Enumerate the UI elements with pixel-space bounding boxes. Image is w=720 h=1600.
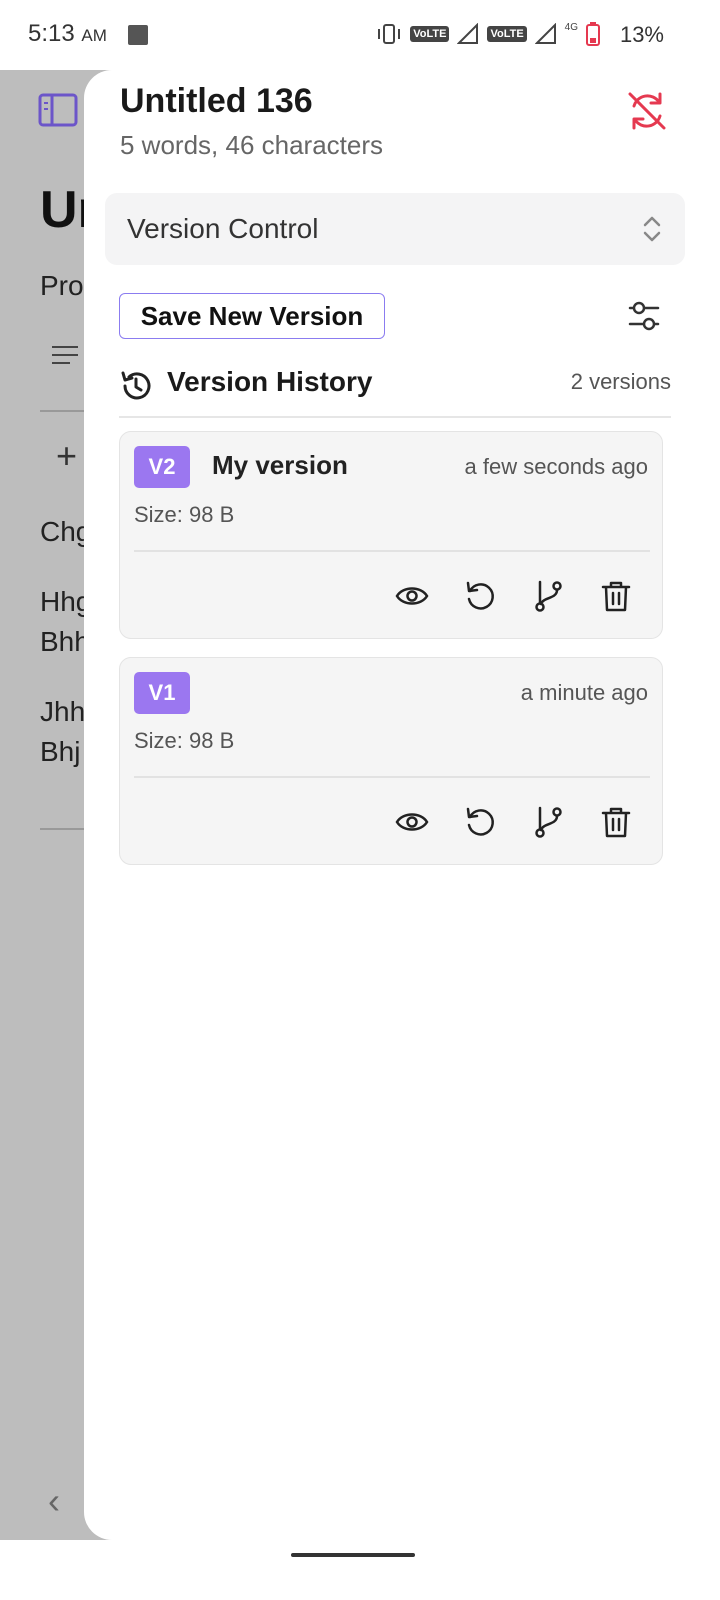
- back-chevron-icon[interactable]: ‹: [48, 1480, 60, 1522]
- branch-button[interactable]: [530, 578, 566, 614]
- battery-percent: 13%: [619, 22, 664, 47]
- eye-icon: [395, 813, 429, 831]
- version-actions: [394, 578, 634, 614]
- volte-badge: VoLTE: [410, 26, 450, 42]
- chevron-up-down-icon: [643, 216, 661, 242]
- home-indicator[interactable]: [291, 1553, 415, 1557]
- add-block-icon[interactable]: +: [56, 435, 77, 477]
- restore-button[interactable]: [462, 578, 498, 614]
- battery-icon: [586, 22, 600, 46]
- document-stats: 5 words, 46 characters: [120, 130, 384, 160]
- editor-text-line: Jhh: [40, 696, 86, 727]
- version-badge: V2: [134, 446, 190, 488]
- editor-text-line: Bhj: [40, 736, 81, 767]
- status-icons: VoLTE VoLTE 4G: [376, 22, 600, 46]
- editor-text-line: Pro: [40, 270, 84, 301]
- branch-button[interactable]: [530, 804, 566, 840]
- version-time: a few seconds ago: [464, 454, 648, 479]
- volte-badge: VoLTE: [487, 26, 527, 42]
- restore-button[interactable]: [462, 804, 498, 840]
- version-time: a minute ago: [520, 680, 648, 705]
- version-card[interactable]: V1 a minute ago Size: 98 B: [119, 657, 663, 865]
- branch-icon: [535, 580, 562, 612]
- version-size: Size: 98 B: [134, 728, 235, 753]
- version-panel: Untitled 136 5 words, 46 characters Vers…: [84, 70, 720, 1540]
- delete-button[interactable]: [598, 804, 634, 840]
- time-text: 5:13: [28, 20, 75, 47]
- network-type: 4G: [564, 22, 578, 33]
- status-bar: 5:13 AM VoLTE VoLTE 4G 13%: [0, 0, 720, 70]
- status-time: 5:13 AM: [28, 20, 107, 48]
- card-divider: [134, 550, 650, 552]
- version-history-title: Version History: [167, 366, 373, 397]
- restore-icon: [466, 581, 494, 610]
- delete-button[interactable]: [598, 578, 634, 614]
- version-count: 2 versions: [570, 369, 671, 394]
- sidebar-toggle-icon[interactable]: [38, 93, 78, 127]
- signal-icon: [457, 23, 479, 44]
- trash-icon: [601, 581, 631, 612]
- editor-text-line: Bhh: [40, 626, 90, 657]
- restore-icon: [466, 807, 494, 836]
- settings-sliders-icon[interactable]: [628, 298, 660, 334]
- align-icon: [52, 346, 78, 364]
- mode-select[interactable]: Version Control: [105, 193, 685, 265]
- version-badge: V1: [134, 672, 190, 714]
- stop-notification-icon: [128, 25, 148, 45]
- preview-button[interactable]: [394, 578, 430, 614]
- history-icon: [121, 371, 151, 400]
- version-card[interactable]: V2 My version a few seconds ago Size: 98…: [119, 431, 663, 639]
- vibrate-icon: [378, 24, 401, 44]
- branch-icon: [535, 806, 562, 838]
- document-title: Untitled 136: [120, 82, 313, 120]
- save-new-version-button[interactable]: Save New Version: [119, 293, 385, 339]
- mode-select-value: Version Control: [127, 213, 319, 244]
- version-history-header: Version History 2 versions: [119, 366, 671, 418]
- version-size: Size: 98 B: [134, 502, 235, 527]
- trash-icon: [601, 807, 631, 838]
- preview-button[interactable]: [394, 804, 430, 840]
- ampm-text: AM: [81, 26, 107, 45]
- signal-icon: [534, 23, 556, 44]
- sync-off-icon[interactable]: [626, 90, 668, 132]
- eye-icon: [395, 587, 429, 605]
- version-actions: [394, 804, 634, 840]
- card-divider: [134, 776, 650, 778]
- version-name: My version: [212, 450, 348, 480]
